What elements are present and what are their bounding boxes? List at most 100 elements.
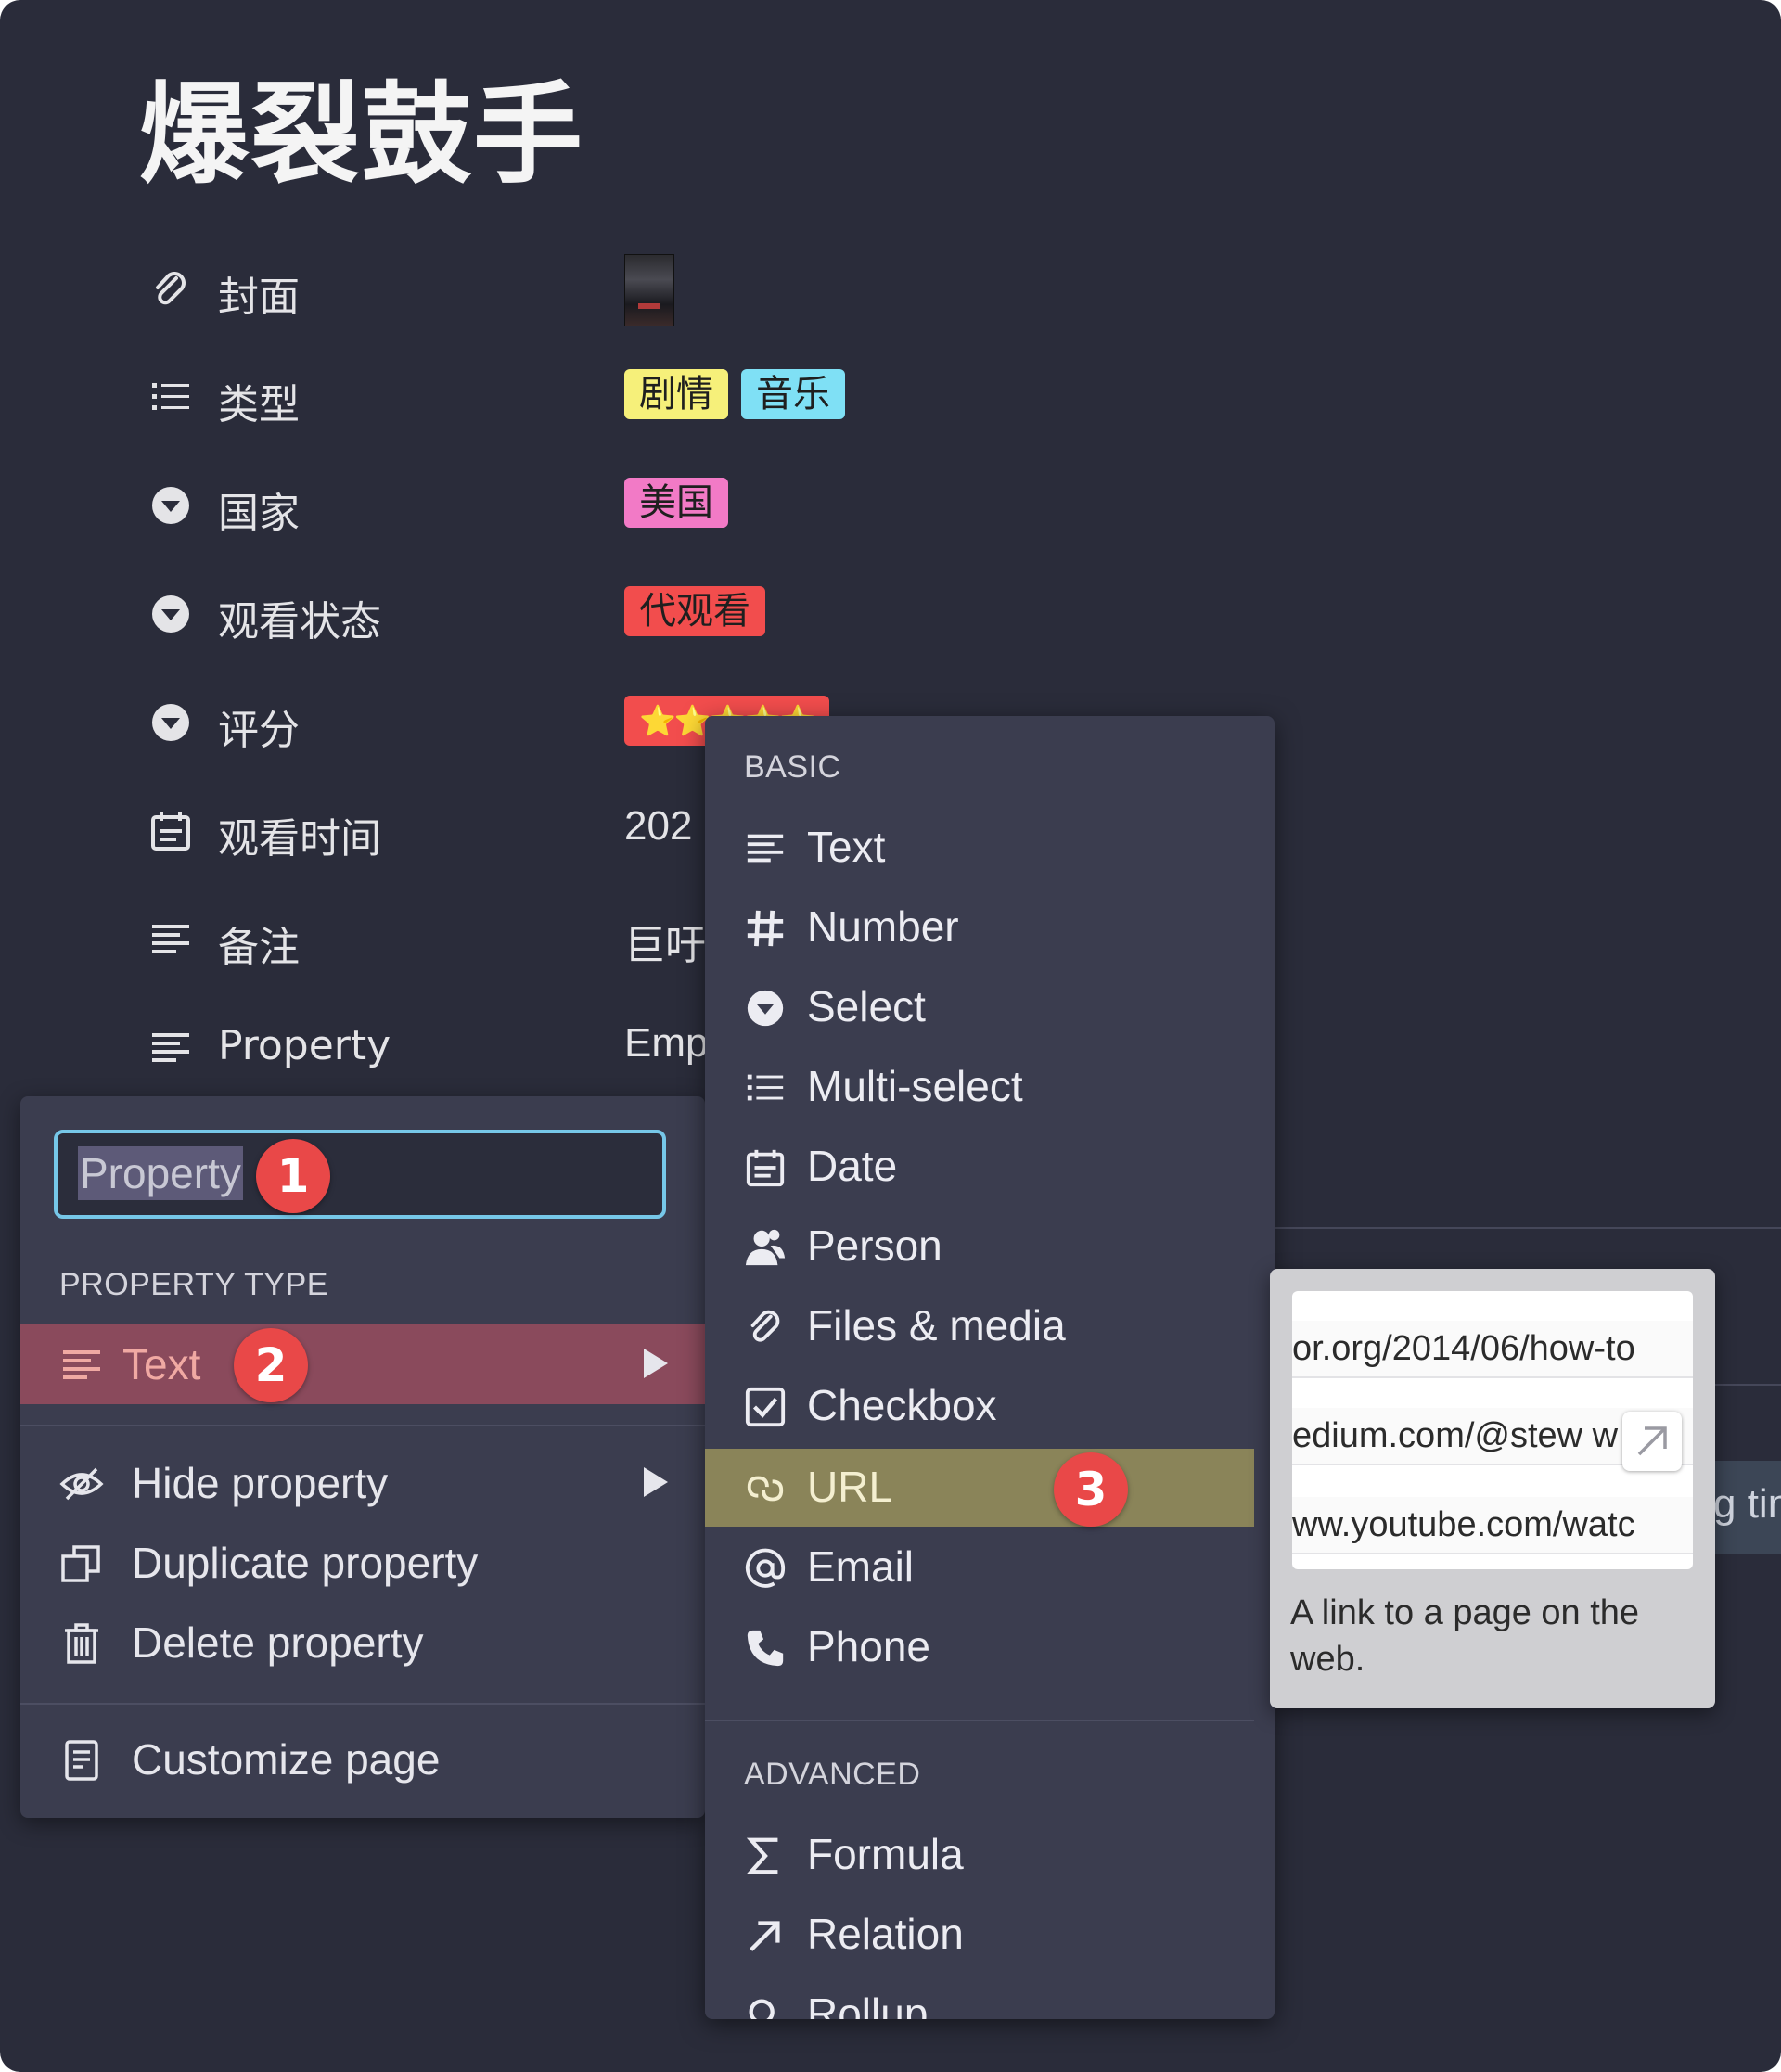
property-name: 评分: [218, 707, 300, 754]
type-option-number[interactable]: Number: [705, 889, 1254, 966]
background-partial-cell: g tin: [1713, 1461, 1781, 1554]
type-option-date[interactable]: Date: [705, 1128, 1254, 1206]
property-row-cover[interactable]: 封面: [148, 254, 890, 326]
cover-thumbnail[interactable]: [624, 254, 674, 326]
page-icon: [59, 1738, 104, 1783]
type-option-label: Number: [807, 902, 959, 951]
divider: [20, 1425, 705, 1426]
property-type-label: PROPERTY TYPE: [59, 1267, 328, 1302]
paperclip-icon: [744, 1306, 787, 1349]
property-row-genre[interactable]: 类型 剧情 音乐: [148, 362, 890, 428]
select-icon: [148, 592, 193, 636]
type-option-label: URL: [807, 1463, 893, 1511]
type-option-email[interactable]: Email: [705, 1528, 1254, 1606]
property-value[interactable]: Emp: [624, 1020, 708, 1072]
delete-property-item[interactable]: Delete property: [20, 1603, 705, 1682]
text-icon: [59, 1343, 104, 1388]
property-value[interactable]: 巨吁: [624, 912, 706, 968]
advanced-section-label: ADVANCED: [744, 1757, 921, 1792]
list-icon: [148, 375, 193, 419]
type-option-url[interactable]: URL: [705, 1449, 1254, 1527]
duplicate-property-label: Duplicate property: [132, 1539, 479, 1587]
duplicate-icon: [59, 1541, 104, 1586]
property-name: 类型: [218, 381, 300, 428]
type-option-multi-select[interactable]: Multi-select: [705, 1048, 1254, 1126]
divider: [20, 1703, 705, 1705]
type-option-label: Select: [807, 982, 926, 1030]
type-option-label: Checkbox: [807, 1381, 997, 1429]
preview-description: A link to a page on the web.: [1290, 1593, 1640, 1679]
open-link-button: [1622, 1412, 1682, 1471]
tag-list: 剧情 音乐: [624, 369, 858, 421]
type-option-label: Phone: [807, 1622, 931, 1670]
delete-property-label: Delete property: [132, 1618, 424, 1667]
eye-slash-icon: [59, 1462, 104, 1506]
property-menu: Property 1 PROPERTY TYPE Text 2 Hide pro…: [20, 1096, 705, 1818]
sigma-icon: [744, 1835, 787, 1877]
chevron-right-icon: [644, 1467, 668, 1497]
hide-property-label: Hide property: [132, 1459, 389, 1507]
property-row-country[interactable]: 国家 美国: [148, 470, 890, 537]
property-row-watch-status[interactable]: 观看状态 代观看: [148, 579, 890, 646]
duplicate-property-item[interactable]: Duplicate property: [20, 1523, 705, 1603]
phone-icon: [744, 1627, 787, 1669]
tag-usa[interactable]: 美国: [624, 478, 728, 528]
type-option-select[interactable]: Select: [705, 968, 1254, 1046]
url-type-preview: or.org/2014/06/how-to edium.com/@stew w …: [1270, 1269, 1715, 1708]
type-option-label: Relation: [807, 1910, 964, 1958]
page-title[interactable]: 爆裂鼓手: [139, 70, 584, 199]
type-option-checkbox[interactable]: Checkbox: [705, 1367, 1254, 1445]
arrow-up-right-icon: [1637, 1426, 1667, 1456]
property-value[interactable]: 202: [624, 803, 692, 855]
tag-drama[interactable]: 剧情: [624, 369, 728, 419]
checkbox-icon: [744, 1386, 787, 1428]
property-type-menu: BASIC Text Number Select Multi-select Da…: [705, 716, 1275, 2019]
text-icon: [148, 917, 193, 962]
type-option-text[interactable]: Text: [705, 809, 1254, 887]
property-type-value: Text: [122, 1340, 201, 1388]
type-option-label: Date: [807, 1142, 898, 1190]
type-option-formula[interactable]: Formula: [705, 1816, 1254, 1894]
notion-page: 爆裂鼓手 封面 类型 剧情 音乐 国家 美国 观看状态 代观看 评分 观看时间 …: [0, 0, 1781, 2072]
type-option-relation[interactable]: Relation: [705, 1896, 1254, 1974]
basic-section-label: BASIC: [744, 749, 841, 785]
select-icon: [148, 483, 193, 528]
hide-property-item[interactable]: Hide property: [20, 1443, 705, 1523]
tag-music[interactable]: 音乐: [741, 369, 845, 419]
property-name: 国家: [218, 490, 300, 537]
person-icon: [744, 1226, 787, 1269]
type-option-rollup[interactable]: Rollup: [705, 1976, 1254, 2019]
type-option-label: Rollup: [807, 1989, 929, 2019]
select-icon: [744, 987, 787, 1030]
property-name: 封面: [218, 274, 300, 321]
divider: [1275, 1227, 1781, 1229]
type-option-person[interactable]: Person: [705, 1208, 1254, 1285]
divider: [705, 1720, 1254, 1721]
arrow-up-right-icon: [744, 1914, 787, 1957]
property-name-input-value[interactable]: Property: [78, 1146, 243, 1200]
step-badge-1: 1: [256, 1139, 330, 1213]
list-icon: [744, 1067, 787, 1109]
step-badge-3: 3: [1054, 1452, 1128, 1527]
select-icon: [148, 700, 193, 745]
tag-to-watch[interactable]: 代观看: [624, 586, 765, 636]
preview-url-line: ww.youtube.com/watc: [1292, 1497, 1693, 1554]
trash-icon: [59, 1621, 104, 1666]
type-option-label: Files & media: [807, 1301, 1066, 1349]
property-name: 备注: [218, 924, 300, 971]
type-option-label: Formula: [807, 1830, 964, 1878]
type-option-phone[interactable]: Phone: [705, 1608, 1254, 1686]
text-icon: [744, 827, 787, 870]
calendar-icon: [148, 809, 193, 853]
search-icon: [744, 1994, 787, 2019]
customize-page-item[interactable]: Customize page: [20, 1720, 705, 1799]
link-icon: [744, 1467, 787, 1510]
property-type-row[interactable]: Text: [20, 1324, 705, 1404]
paperclip-icon: [148, 267, 193, 312]
preview-card: or.org/2014/06/how-to edium.com/@stew w …: [1292, 1291, 1693, 1569]
step-badge-2: 2: [234, 1328, 308, 1402]
property-name-input[interactable]: Property: [54, 1130, 666, 1219]
tag-list: 美国: [624, 478, 741, 530]
type-option-files-media[interactable]: Files & media: [705, 1287, 1254, 1365]
property-name: Property: [218, 1022, 391, 1069]
